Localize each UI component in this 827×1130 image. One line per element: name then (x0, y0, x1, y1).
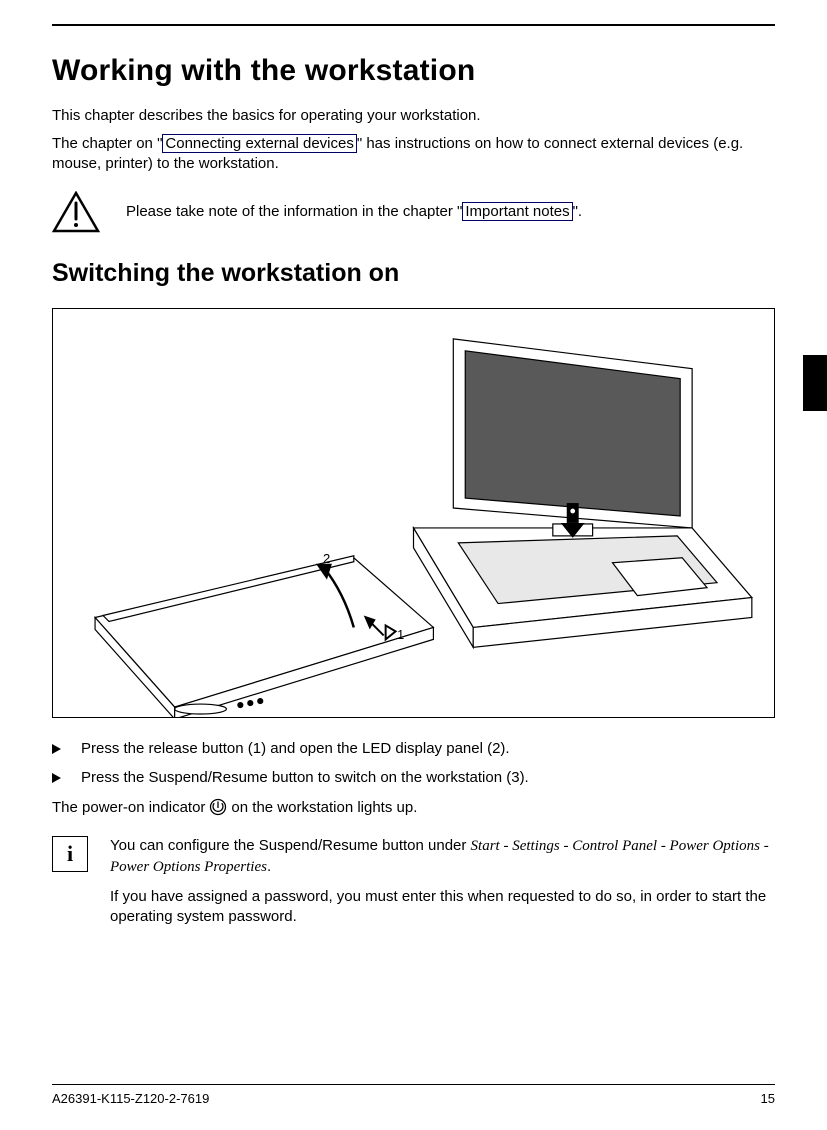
page-tab-marker (803, 355, 827, 411)
warn-post: ". (573, 203, 583, 220)
power-text-b: on the workstation lights up. (231, 799, 417, 816)
figure-label-2: 2 (323, 551, 330, 566)
caution-text: Please take note of the information in t… (126, 202, 582, 222)
info1-post: . (267, 858, 271, 875)
info-callout: i You can configure the Suspend/Resume b… (52, 836, 775, 937)
page-number: 15 (761, 1091, 775, 1106)
page-footer: A26391-K115-Z120-2-7619 15 (52, 1084, 775, 1106)
caution-callout: Please take note of the information in t… (52, 191, 775, 233)
power-indicator-icon (209, 798, 227, 816)
power-text-a: The power-on indicator (52, 799, 205, 816)
figure-label-1: 1 (397, 627, 404, 642)
document-code: A26391-K115-Z120-2-7619 (52, 1091, 209, 1106)
section-heading: Switching the workstation on (52, 259, 775, 288)
step-item-1: Press the release button (1) and open th… (52, 740, 775, 757)
page-title: Working with the workstation (52, 54, 775, 88)
caution-icon (52, 191, 100, 233)
intro2-pre: The chapter on " (52, 135, 162, 152)
link-important-notes[interactable]: Important notes (462, 202, 572, 221)
laptop-illustration: 2 1 (52, 308, 775, 718)
triangle-bullet-icon (52, 744, 61, 754)
step-2-text: Press the Suspend/Resume button to switc… (81, 769, 529, 786)
info-text-1: You can configure the Suspend/Resume but… (110, 836, 775, 877)
info-icon: i (52, 836, 88, 872)
step-item-2: Press the Suspend/Resume button to switc… (52, 769, 775, 786)
warn-pre: Please take note of the information in t… (126, 203, 462, 220)
power-indicator-line: The power-on indicator on the workstatio… (52, 798, 775, 816)
step-list: Press the release button (1) and open th… (52, 740, 775, 786)
link-connecting-devices[interactable]: Connecting external devices (162, 134, 356, 153)
info-text-2: If you have assigned a password, you mus… (110, 887, 775, 928)
triangle-bullet-icon (52, 773, 61, 783)
info1-pre: You can configure the Suspend/Resume but… (110, 837, 471, 854)
intro-paragraph-2: The chapter on "Connecting external devi… (52, 134, 775, 174)
top-rule (52, 24, 775, 26)
intro-paragraph-1: This chapter describes the basics for op… (52, 106, 775, 126)
step-1-text: Press the release button (1) and open th… (81, 740, 510, 757)
